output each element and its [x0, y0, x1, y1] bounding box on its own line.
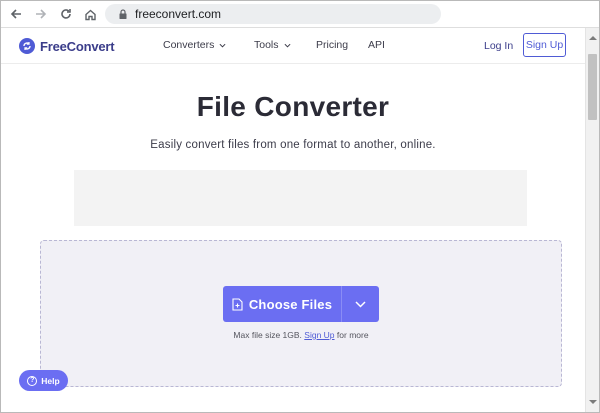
site-header: FreeConvert Converters Tools Pricing API…: [1, 28, 585, 64]
menu-api-label: API: [368, 39, 385, 51]
home-button[interactable]: [81, 5, 99, 23]
menu-converters[interactable]: Converters: [163, 39, 226, 51]
home-icon: [84, 9, 96, 20]
lock-icon: [119, 9, 127, 19]
url-text: freeconvert.com: [135, 7, 222, 21]
page-subtitle: Easily convert files from one format to …: [150, 139, 436, 151]
freeconvert-logo-icon: [19, 38, 35, 54]
browser-toolbar: freeconvert.com: [1, 1, 599, 28]
arrow-right-icon: [36, 9, 47, 19]
reload-icon: [61, 9, 71, 19]
scroll-down-arrow[interactable]: [589, 400, 597, 404]
choose-files-button[interactable]: Choose Files: [223, 286, 341, 322]
help-button[interactable]: ? Help: [19, 370, 68, 391]
page-title: File Converter: [196, 91, 390, 122]
scroll-up-arrow[interactable]: [589, 36, 597, 40]
max-size-prefix: Max file size 1GB.: [233, 330, 302, 340]
signup-inline-link[interactable]: Sign Up: [304, 330, 334, 340]
help-label: Help: [41, 375, 60, 386]
ad-placeholder: [74, 170, 527, 226]
signup-button-label: Sign Up: [525, 39, 564, 51]
arrow-left-icon: [10, 9, 21, 19]
back-button[interactable]: [7, 5, 25, 23]
menu-tools-label: Tools: [254, 39, 279, 51]
menu-converters-label: Converters: [163, 39, 215, 51]
upload-source-dropdown[interactable]: [341, 286, 379, 322]
max-size-suffix: for more: [336, 330, 369, 340]
forward-button[interactable]: [32, 5, 50, 23]
choose-files-label: Choose Files: [248, 296, 333, 312]
menu-pricing[interactable]: Pricing: [316, 39, 348, 51]
max-file-size-note: Max file size 1GB. Sign Up for more: [1, 330, 600, 340]
login-link[interactable]: Log In: [484, 40, 513, 52]
brand-name: FreeConvert: [40, 38, 115, 54]
menu-pricing-label: Pricing: [316, 39, 349, 51]
scroll-thumb[interactable]: [588, 54, 597, 120]
file-plus-icon: [232, 297, 243, 311]
signup-button[interactable]: Sign Up: [523, 33, 566, 57]
menu-api[interactable]: API: [368, 39, 385, 51]
chevron-down-icon: [284, 43, 291, 48]
chevron-down-icon: [219, 43, 226, 48]
reload-button[interactable]: [57, 5, 75, 23]
brand-logo-link[interactable]: FreeConvert: [19, 38, 115, 54]
page-scrollbar[interactable]: [585, 28, 599, 412]
question-circle-icon: ?: [27, 375, 38, 386]
address-bar[interactable]: freeconvert.com: [105, 4, 441, 24]
menu-tools[interactable]: Tools: [254, 39, 291, 51]
chevron-down-icon: [355, 300, 366, 308]
